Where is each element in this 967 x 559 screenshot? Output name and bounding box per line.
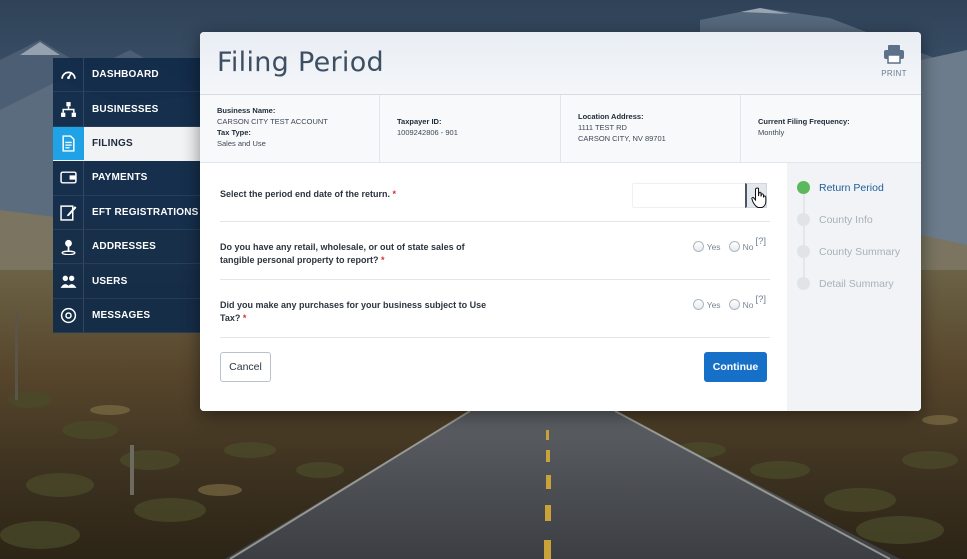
taxpayer-info: Taxpayer ID: 1009242806 - 901 [380, 95, 561, 162]
print-label: PRINT [881, 69, 907, 78]
step-dot [797, 181, 810, 194]
cancel-button[interactable]: Cancel [220, 352, 271, 382]
radio-label: No [742, 299, 754, 310]
filing-frequency-label: Current Filing Frequency: [758, 117, 850, 126]
use-tax-question: Did you make any purchases for your busi… [220, 299, 486, 325]
sales-help-link[interactable]: [?] [755, 236, 766, 247]
state-seal-logo [60, 0, 114, 8]
sidebar-item-messages[interactable]: MESSAGES [53, 298, 200, 334]
sidebar-item-label: FILINGS [92, 137, 133, 149]
taxpayer-id-label: Taxpayer ID: [397, 117, 442, 126]
filing-period-modal: Filing Period PRINT Business Name: CARSO… [200, 32, 921, 411]
wallet-icon [53, 161, 84, 195]
use-tax-question-row: Did you make any purchases for your busi… [220, 280, 770, 338]
location-info: Location Address: 1111 TEST RD CARSON CI… [561, 95, 741, 162]
sidebar-item-label: BUSINESSES [92, 103, 159, 115]
question-text-line1: Do you have any retail, wholesale, or ou… [220, 242, 465, 252]
edit-form-icon [53, 195, 84, 229]
step-label: County Summary [819, 245, 901, 258]
location-address-line2: CARSON CITY, NV 89701 [578, 134, 666, 143]
radio-circle[interactable] [692, 299, 704, 310]
radio-label: Yes [706, 241, 721, 252]
step-dot [797, 213, 810, 226]
use-tax-yes-radio[interactable]: Yes [692, 299, 721, 310]
required-mark: * [392, 189, 397, 199]
step-label: Return Period [819, 181, 884, 194]
question-text: Select the period end date of the return… [220, 189, 391, 199]
use-tax-help-link[interactable]: [?] [755, 294, 766, 305]
hand-cursor-icon [751, 187, 767, 208]
step-label: Detail Summary [819, 277, 894, 290]
step-county-summary[interactable]: County Summary [797, 245, 900, 258]
sidebar-item-label: USERS [92, 275, 128, 287]
map-pin-icon [53, 229, 84, 264]
radio-circle[interactable] [728, 241, 740, 252]
period-end-date-input[interactable] [632, 183, 746, 208]
tax-type-label: Tax Type: [217, 128, 251, 137]
step-dot [797, 245, 810, 258]
filing-frequency-value: Monthly [758, 128, 785, 137]
sales-question: Do you have any retail, wholesale, or ou… [220, 241, 465, 267]
location-address-label: Location Address: [578, 112, 644, 121]
frequency-info: Current Filing Frequency: Monthly [741, 95, 921, 162]
radio-circle[interactable] [728, 299, 740, 310]
sidebar-item-users[interactable]: USERS [53, 264, 200, 299]
sidebar-item-filings[interactable]: FILINGS [53, 126, 200, 162]
location-address-line1: 1111 TEST RD [578, 123, 627, 132]
step-county-info[interactable]: County Info [797, 213, 873, 226]
continue-button[interactable]: Continue [704, 352, 767, 382]
progress-steps: Return Period County Info County Summary… [787, 163, 921, 411]
org-chart-icon [53, 92, 84, 126]
business-name-value: CARSON CITY TEST ACCOUNT [217, 117, 328, 126]
tax-type-value: Sales and Use [217, 139, 266, 148]
sidebar-item-label: MESSAGES [92, 309, 151, 321]
filing-period-form: Select the period end date of the return… [200, 163, 787, 411]
printer-icon [884, 45, 904, 64]
required-mark: * [381, 255, 385, 265]
sidebar-nav: DASHBOARD BUSINESSES FILINGS PAYMENTS EF… [53, 58, 200, 334]
document-icon [53, 126, 84, 161]
sales-yes-radio[interactable]: Yes [692, 241, 721, 252]
at-sign-icon [53, 298, 84, 333]
users-icon [53, 264, 84, 298]
sidebar-item-label: ADDRESSES [92, 241, 157, 253]
radio-label: No [742, 241, 754, 252]
step-label: County Info [819, 213, 873, 226]
business-info: Business Name: CARSON CITY TEST ACCOUNT … [200, 95, 380, 162]
sales-question-row: Do you have any retail, wholesale, or ou… [220, 222, 770, 280]
business-name-label: Business Name: [217, 106, 276, 115]
print-button[interactable]: PRINT [880, 44, 908, 78]
modal-header: Filing Period PRINT [200, 32, 921, 95]
use-tax-no-radio[interactable]: No [728, 299, 754, 310]
sidebar-item-label: EFT REGISTRATIONS [92, 206, 199, 218]
sidebar-item-eft-registrations[interactable]: EFT REGISTRATIONS [53, 195, 200, 230]
question-text-line1: Did you make any purchases for your busi… [220, 300, 487, 310]
required-mark: * [242, 313, 247, 323]
sidebar-item-dashboard[interactable]: DASHBOARD [53, 58, 200, 93]
period-end-date-question: Select the period end date of the return… [220, 188, 396, 201]
sidebar-item-label: PAYMENTS [92, 172, 148, 184]
sidebar-item-label: DASHBOARD [92, 69, 159, 81]
dashboard-gauge-icon [53, 58, 84, 92]
radio-circle[interactable] [692, 241, 704, 252]
radio-label: Yes [706, 299, 721, 310]
sales-no-radio[interactable]: No [728, 241, 754, 252]
sidebar-item-businesses[interactable]: BUSINESSES [53, 92, 200, 127]
question-text-line2: tangible personal property to report? [220, 255, 379, 265]
step-return-period[interactable]: Return Period [797, 181, 884, 194]
account-info-bar: Business Name: CARSON CITY TEST ACCOUNT … [200, 95, 921, 163]
period-end-date-row: Select the period end date of the return… [220, 163, 770, 222]
step-dot [797, 277, 810, 290]
question-text-line2: Tax? [220, 313, 241, 323]
steps-connector [803, 187, 805, 283]
step-detail-summary[interactable]: Detail Summary [797, 277, 894, 290]
page-title: Filing Period [217, 47, 384, 78]
use-tax-radio-group: Yes No [?] [685, 294, 766, 310]
sidebar-item-payments[interactable]: PAYMENTS [53, 161, 200, 196]
taxpayer-id-value: 1009242806 - 901 [397, 128, 458, 137]
sales-radio-group: Yes No [?] [685, 236, 766, 252]
sidebar-item-addresses[interactable]: ADDRESSES [53, 229, 200, 265]
